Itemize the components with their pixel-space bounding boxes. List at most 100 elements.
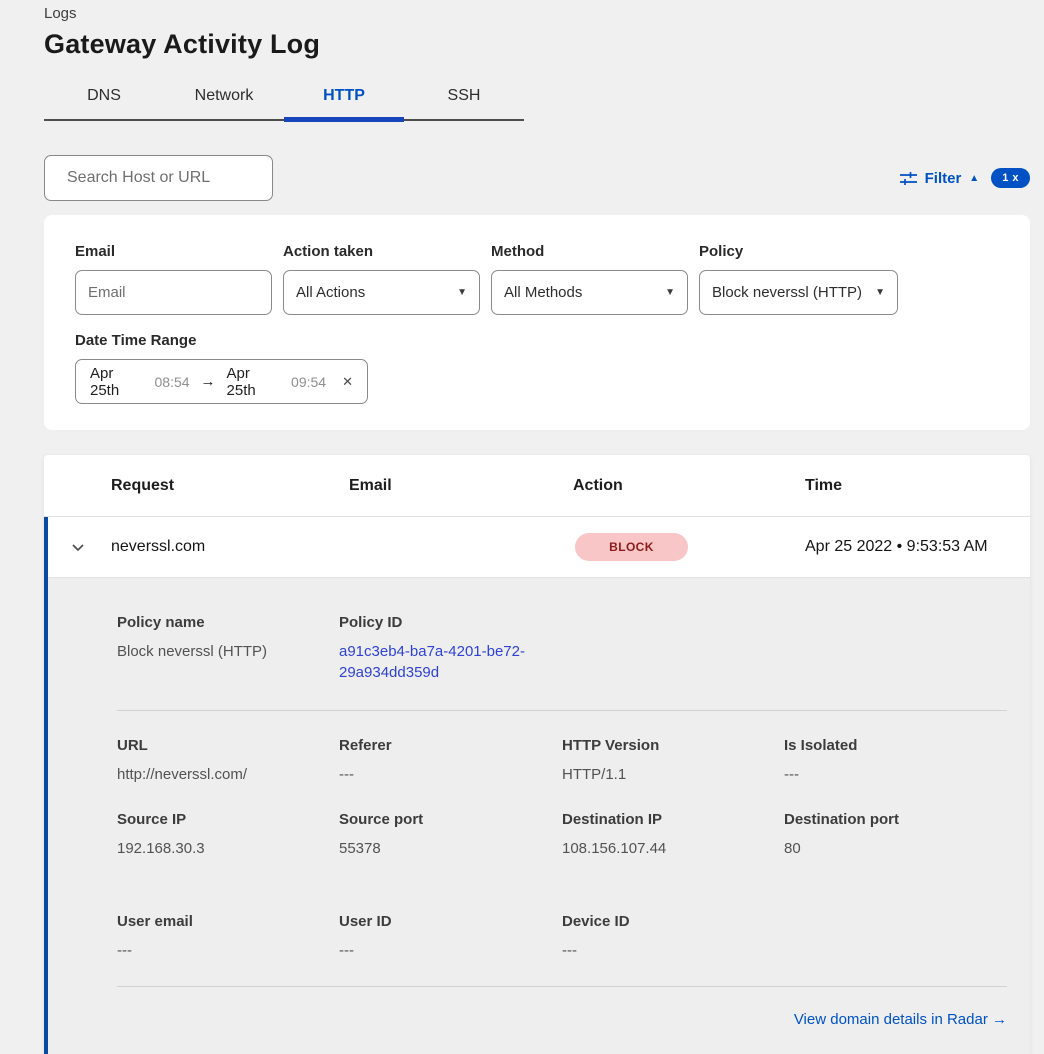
http-version-label: HTTP Version [562,737,784,754]
http-version-value: HTTP/1.1 [562,764,784,785]
start-time: 08:54 [155,374,190,390]
details-policy-section: Policy name Block neverssl (HTTP) Policy… [117,614,1007,683]
referer-label: Referer [339,737,562,754]
row-time: Apr 25 2022 • 9:53:53 AM [805,538,1030,556]
email-filter-input[interactable] [88,284,259,301]
arrow-right-icon: → [992,1011,1007,1028]
detail-destination-port: Destination port 80 [784,811,1007,859]
row-request: neverssl.com [111,538,349,556]
caret-up-icon[interactable]: ▲ [969,173,979,184]
destination-port-value: 80 [784,838,1007,859]
is-isolated-label: Is Isolated [784,737,1007,754]
detail-source-port: Source port 55378 [339,811,562,859]
filter-toggle[interactable]: Filter [925,170,962,187]
end-time: 09:54 [291,374,326,390]
destination-port-label: Destination port [784,811,1007,828]
table-row[interactable]: neverssl.com BLOCK Apr 25 2022 • 9:53:53… [44,517,1030,578]
details-user-section: User email --- User ID --- Device ID --- [117,913,1007,961]
source-ip-label: Source IP [117,811,339,828]
detail-referer: Referer --- [339,737,562,785]
filter-field-action: Action taken All Actions ▼ [283,243,480,315]
breadcrumb[interactable]: Logs [44,0,1044,22]
filter-count-badge[interactable]: 1 x [991,168,1030,188]
source-port-value: 55378 [339,838,562,859]
row-details-panel: Policy name Block neverssl (HTTP) Policy… [44,578,1030,1054]
action-filter-label: Action taken [283,243,480,260]
gateway-activity-page: Logs Gateway Activity Log DNS Network HT… [0,0,1044,1054]
detail-policy-id: Policy ID a91c3eb4-ba7a-4201-be72-29a934… [339,614,1007,683]
column-header-time: Time [805,477,1030,495]
log-type-tabs: DNS Network HTTP SSH [44,81,524,122]
chevron-down-icon [71,543,85,552]
details-request-section: URL http://neverssl.com/ Referer --- HTT… [117,737,1007,785]
url-value: http://neverssl.com/ [117,764,339,785]
detail-url: URL http://neverssl.com/ [117,737,339,785]
policy-select[interactable]: Block neverssl (HTTP) ▼ [699,270,898,315]
source-port-label: Source port [339,811,562,828]
column-header-email: Email [349,477,573,495]
user-email-label: User email [117,913,339,930]
filter-field-email: Email [75,243,272,315]
tab-network[interactable]: Network [164,81,284,122]
filter-field-policy: Policy Block neverssl (HTTP) ▼ [699,243,898,315]
detail-is-isolated: Is Isolated --- [784,737,1007,785]
policy-id-label: Policy ID [339,614,1007,631]
details-divider [117,986,1007,987]
expanded-row-group: neverssl.com BLOCK Apr 25 2022 • 9:53:53… [44,517,1030,1054]
device-id-label: Device ID [562,913,784,930]
activity-log-table: Request Email Action Time neverssl.com B… [44,455,1030,1054]
chevron-down-icon: ▼ [875,287,885,298]
policy-name-label: Policy name [117,614,339,631]
tab-http[interactable]: HTTP [284,81,404,122]
detail-user-email: User email --- [117,913,339,961]
policy-id-link[interactable]: a91c3eb4-ba7a-4201-be72-29a934dd359d [339,641,539,683]
search-input[interactable] [67,169,274,187]
method-select[interactable]: All Methods ▼ [491,270,688,315]
search-box[interactable] [44,155,273,201]
clear-date-range-icon[interactable]: ✕ [342,374,353,390]
url-label: URL [117,737,339,754]
toolbar: Filter ▲ 1 x [44,155,1030,201]
detail-device-id: Device ID --- [562,913,784,961]
email-filter-label: Email [75,243,272,260]
date-range-picker[interactable]: Apr 25th 08:54 → Apr 25th 09:54 ✕ [75,359,368,404]
row-action: BLOCK [573,533,805,561]
tab-dns[interactable]: DNS [44,81,164,122]
source-ip-value: 192.168.30.3 [117,838,339,859]
active-tab-indicator [284,117,404,122]
radar-link-row: View domain details in Radar → [117,1011,1007,1029]
end-date: Apr 25th [227,365,283,399]
detail-user-id: User ID --- [339,913,562,961]
filter-sliders-icon[interactable] [900,171,917,186]
detail-http-version: HTTP Version HTTP/1.1 [562,737,784,785]
tab-ssh[interactable]: SSH [404,81,524,122]
chevron-down-icon: ▼ [665,287,675,298]
action-select[interactable]: All Actions ▼ [283,270,480,315]
collapse-row-button[interactable] [44,543,111,552]
detail-destination-ip: Destination IP 108.156.107.44 [562,811,784,859]
detail-policy-name: Policy name Block neverssl (HTTP) [117,614,339,683]
user-email-value: --- [117,940,339,961]
filter-field-method: Method All Methods ▼ [491,243,688,315]
details-divider [117,710,1007,711]
is-isolated-value: --- [784,764,1007,785]
destination-ip-value: 108.156.107.44 [562,838,784,859]
method-select-value: All Methods [504,284,582,301]
date-range-label: Date Time Range [75,332,1030,349]
radar-link-text: View domain details in Radar [794,1011,988,1028]
filter-panel: Email Action taken All Actions ▼ Method … [44,215,1030,430]
user-id-label: User ID [339,913,562,930]
table-header: Request Email Action Time [44,455,1030,517]
start-date: Apr 25th [90,365,146,399]
destination-ip-label: Destination IP [562,811,784,828]
page-title: Gateway Activity Log [44,29,1044,60]
radar-details-link[interactable]: View domain details in Radar → [794,1011,1007,1028]
policy-select-value: Block neverssl (HTTP) [712,284,862,301]
details-network-section: Source IP 192.168.30.3 Source port 55378… [117,811,1007,859]
device-id-value: --- [562,940,784,961]
column-header-action: Action [573,477,805,495]
column-header-request: Request [111,477,349,495]
referer-value: --- [339,764,562,785]
policy-name-value: Block neverssl (HTTP) [117,641,339,662]
block-status-badge: BLOCK [575,533,688,561]
